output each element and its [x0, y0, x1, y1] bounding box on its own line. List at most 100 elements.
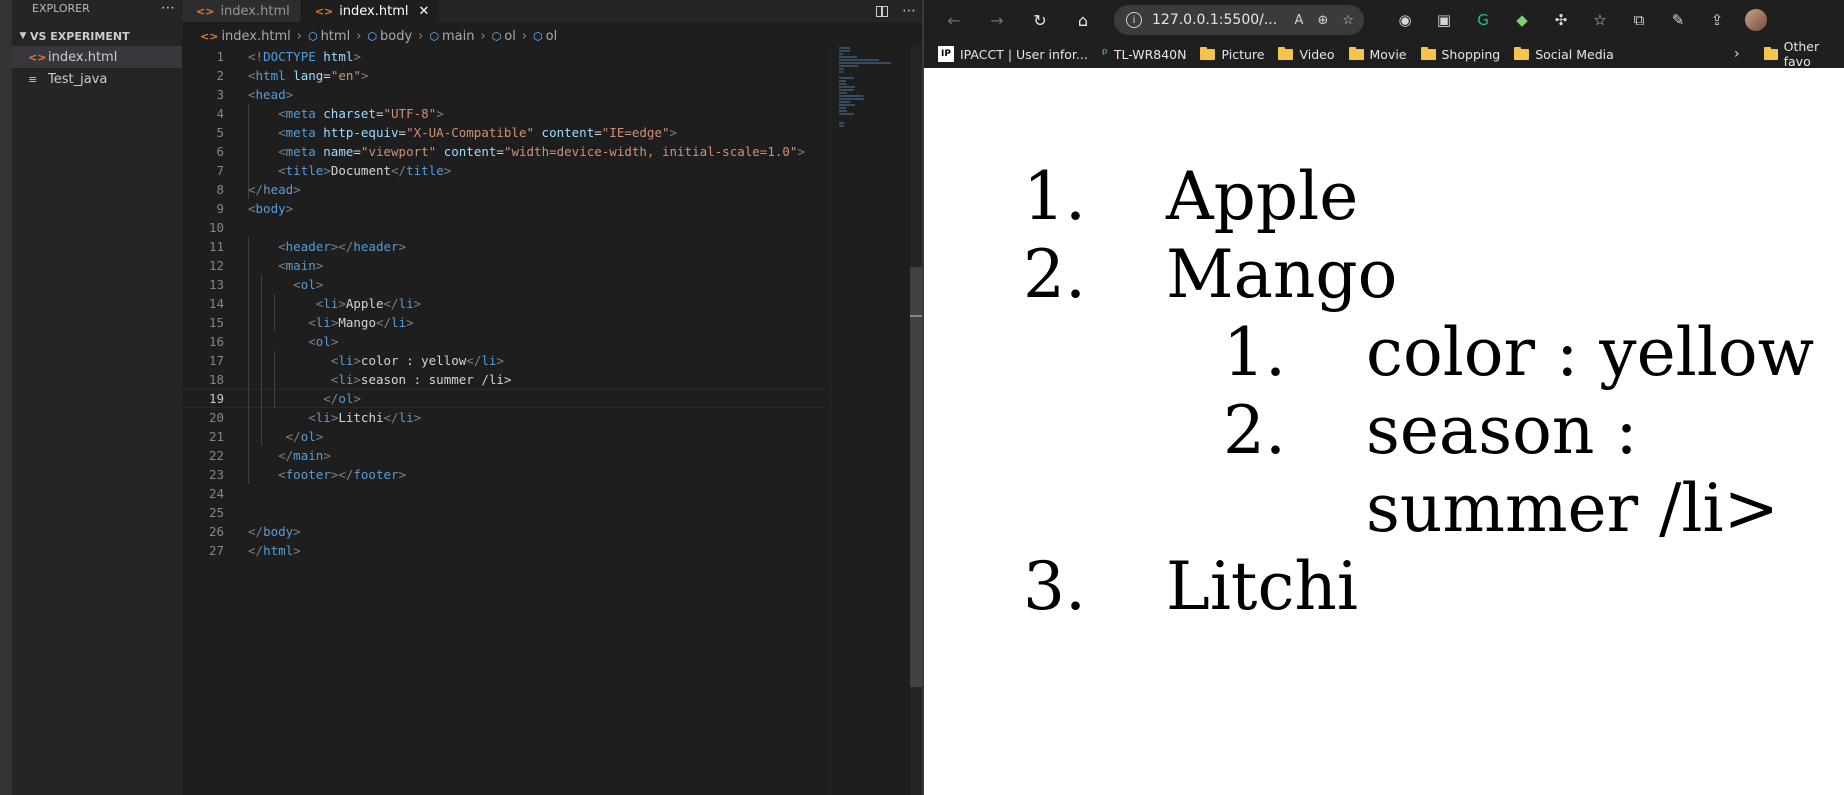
code-line[interactable]: 16 <ol>: [182, 332, 827, 351]
bookmark-movie[interactable]: Movie: [1348, 46, 1407, 62]
bookmark-tplink[interactable]: ᵖ TL-WR840N: [1102, 46, 1187, 62]
explorer-file-test-java[interactable]: ≡ Test_java: [12, 68, 182, 90]
code-line[interactable]: 17 <li>color : yellow</li>: [182, 351, 827, 370]
code-line[interactable]: 3 <head>: [182, 85, 827, 104]
browser-window: ← → ↻ ⌂ i 127.0.0.1:5500/... A ⊕ ☆ ◉ ▣ G…: [922, 0, 1844, 795]
minimap[interactable]: [830, 47, 911, 795]
code-line[interactable]: 27 </html>: [182, 541, 827, 560]
code-line[interactable]: 11 <header></header>: [182, 237, 827, 256]
code-line[interactable]: 23 <footer></footer>: [182, 465, 827, 484]
minimap-line: [839, 47, 850, 49]
code-token: =: [323, 68, 331, 83]
code-token: head: [255, 87, 286, 102]
home-icon[interactable]: ⌂: [1070, 7, 1096, 33]
code-line[interactable]: 9 <body>: [182, 199, 827, 218]
code-token: >: [293, 524, 301, 539]
code-editor[interactable]: 1 <!DOCTYPE html> 2 <html lang="en"> 3 <head>…: [182, 47, 827, 560]
bookmark-ipacct[interactable]: IP IPACCT | User infor...: [938, 46, 1088, 62]
code-token: >: [353, 391, 361, 406]
code-line[interactable]: 19 </ol>: [182, 389, 827, 408]
breadcrumb-item[interactable]: ⬡ main: [429, 29, 474, 44]
code-line[interactable]: 12 <main>: [182, 256, 827, 275]
code-token: >: [330, 334, 339, 349]
indent-guide: [248, 237, 249, 484]
zoom-icon[interactable]: ⊕: [1317, 13, 1328, 28]
element-icon: ⬡: [307, 29, 318, 43]
bookmark-video[interactable]: Video: [1278, 46, 1335, 62]
code-line[interactable]: 2 <html lang="en">: [182, 66, 827, 85]
code-line[interactable]: 1 <!DOCTYPE html>: [182, 47, 827, 66]
code-token: "en": [330, 68, 361, 83]
code-line[interactable]: 14 <li>Apple</li>: [182, 294, 827, 313]
camera-icon[interactable]: ▣: [1433, 9, 1455, 31]
code-line[interactable]: 7 <title>Document</title>: [182, 161, 827, 180]
code-line[interactable]: 26 </body>: [182, 522, 827, 541]
minimap-line: [839, 122, 844, 124]
html-file-icon: <>: [200, 29, 219, 43]
code-token: li: [398, 410, 414, 425]
chevron-right-icon[interactable]: ›: [1734, 46, 1740, 62]
close-icon[interactable]: ✕: [419, 4, 430, 19]
tab-index-html-2[interactable]: <> index.html ✕: [300, 0, 441, 22]
code-line[interactable]: 21 </ol>: [182, 427, 827, 446]
refresh-icon[interactable]: ↻: [1027, 7, 1053, 33]
bookmark-social-media[interactable]: Social Media: [1514, 46, 1614, 62]
extension-icon[interactable]: ◆: [1511, 9, 1533, 31]
back-icon[interactable]: ←: [941, 7, 967, 33]
share-icon[interactable]: ⇪: [1706, 9, 1728, 31]
breadcrumb-item[interactable]: ⬡ ol: [533, 29, 557, 44]
code-line[interactable]: 8 </head>: [182, 180, 827, 199]
bookmark-picture[interactable]: Picture: [1200, 46, 1264, 62]
breadcrumb-item[interactable]: ⬡ ol: [492, 29, 516, 44]
forward-icon[interactable]: →: [984, 7, 1010, 33]
code-text: </ol>: [248, 427, 324, 446]
code-token: <: [308, 315, 316, 330]
code-token: >: [360, 68, 369, 83]
more-actions-icon[interactable]: ⋯: [902, 3, 916, 19]
grammarly-icon[interactable]: G: [1472, 9, 1494, 31]
breadcrumb-item[interactable]: <> index.html: [200, 29, 291, 44]
code-line[interactable]: 6 <meta name="viewport" content="width=d…: [182, 142, 827, 161]
avatar[interactable]: [1745, 9, 1767, 31]
favorites-icon[interactable]: ☆: [1589, 9, 1611, 31]
vertical-scrollbar[interactable]: [910, 47, 922, 795]
more-actions-icon[interactable]: ⋯: [161, 0, 176, 16]
scrollbar-thumb[interactable]: [910, 267, 922, 687]
code-token: >: [285, 201, 294, 216]
tab-index-html-1[interactable]: <> index.html: [182, 0, 301, 22]
add-favorite-icon[interactable]: ☆: [1342, 13, 1354, 28]
code-line[interactable]: 13 <ol>: [182, 275, 827, 294]
info-icon[interactable]: i: [1126, 12, 1142, 28]
explorer-folder[interactable]: ▼ VS EXPERIMENT: [12, 26, 182, 46]
code-line[interactable]: 4 <meta charset="UTF-8">: [182, 104, 827, 123]
code-token: ></: [330, 467, 354, 482]
minimap-line: [839, 113, 854, 115]
code-line[interactable]: 24: [182, 484, 827, 503]
chevron-right-icon: ›: [521, 28, 528, 44]
code-token: html: [323, 49, 354, 64]
collections-icon[interactable]: ⧉: [1628, 9, 1650, 31]
code-line[interactable]: 22 </main>: [182, 446, 827, 465]
minimap-line: [839, 59, 879, 61]
code-line[interactable]: 20 <li>Litchi</li>: [182, 408, 827, 427]
code-line[interactable]: 5 <meta http-equiv="X-UA-Compatible" con…: [182, 123, 827, 142]
indent-guide: [248, 104, 249, 199]
extension-icon[interactable]: ◉: [1394, 9, 1416, 31]
code-line[interactable]: 10: [182, 218, 827, 237]
breadcrumb-item[interactable]: ⬡ html: [308, 29, 350, 44]
code-token: main: [285, 258, 316, 273]
address-bar[interactable]: i 127.0.0.1:5500/... A ⊕ ☆: [1114, 5, 1364, 35]
bookmark-other-favorites[interactable]: Other favo: [1764, 39, 1844, 69]
explorer-file-index-html[interactable]: <> index.html: [12, 46, 182, 68]
edit-icon[interactable]: ✎: [1667, 9, 1689, 31]
breadcrumb-item[interactable]: ⬡ body: [367, 29, 412, 44]
code-token: body: [255, 201, 286, 216]
extensions-puzzle-icon[interactable]: ✣: [1550, 9, 1572, 31]
bookmark-shopping[interactable]: Shopping: [1420, 46, 1500, 62]
read-aloud-icon[interactable]: A: [1295, 13, 1304, 28]
split-editor-icon[interactable]: [876, 5, 888, 17]
code-line[interactable]: 25: [182, 503, 827, 522]
code-line[interactable]: 15 <li>Mango</li>: [182, 313, 827, 332]
code-line[interactable]: 18 <li>season : summer /li>: [182, 370, 827, 389]
